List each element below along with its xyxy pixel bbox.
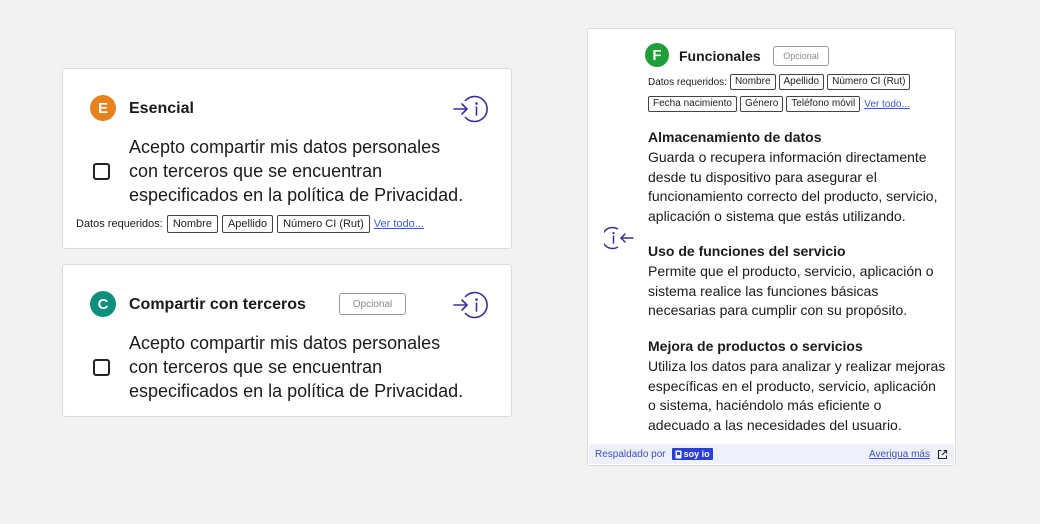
esencial-badge-icon: E xyxy=(90,95,116,121)
data-chip: Número CI (Rut) xyxy=(827,74,911,90)
section-title: Almacenamiento de datos xyxy=(648,129,822,145)
purpose-section: Mejora de productos o servicios Utiliza … xyxy=(648,337,946,435)
learn-more-text[interactable]: Averigua más xyxy=(869,449,930,460)
required-data-label: Datos requeridos: xyxy=(76,218,163,230)
learn-more-link[interactable]: Averigua más xyxy=(869,449,948,460)
data-chip: Fecha nacimiento xyxy=(648,96,737,112)
consent-card-funcionales: F Funcionales Opcional Datos requeridos:… xyxy=(587,28,956,466)
info-enter-icon[interactable] xyxy=(451,94,491,129)
card-title: Esencial xyxy=(129,100,194,117)
see-all-link[interactable]: Ver todo... xyxy=(864,99,910,110)
required-data-row: Datos requeridos: Nombre Apellido Número… xyxy=(76,215,424,233)
section-title: Uso de funciones del servicio xyxy=(648,243,846,259)
external-link-icon xyxy=(937,449,948,459)
card-title: Compartir con terceros xyxy=(129,296,306,313)
terceros-badge-icon: C xyxy=(90,291,116,317)
consent-checkbox[interactable] xyxy=(93,359,110,376)
data-chip: Apellido xyxy=(778,74,825,90)
optional-tag: Opcional xyxy=(339,293,406,315)
purpose-section: Uso de funciones del servicio Permite qu… xyxy=(648,242,946,321)
consent-checkbox[interactable] xyxy=(93,163,110,180)
section-text: Utiliza los datos para analizar y realiz… xyxy=(648,358,946,433)
consent-card-terceros: C Compartir con terceros Opcional Acepto… xyxy=(62,264,512,417)
info-exit-icon[interactable] xyxy=(601,225,638,256)
optional-tag: Opcional xyxy=(773,46,829,66)
purpose-section: Almacenamiento de datos Guarda o recuper… xyxy=(648,128,946,226)
consent-text: Acepto compartir mis datos personales co… xyxy=(129,137,464,205)
section-text: Guarda o recupera información directamen… xyxy=(648,149,938,224)
section-text: Permite que el producto, servicio, aplic… xyxy=(648,263,934,318)
data-chip: Nombre xyxy=(729,74,776,90)
funcionales-badge-icon: F xyxy=(645,43,669,67)
required-data-row: Datos requeridos: Nombre Apellido Número… xyxy=(648,74,911,90)
consent-card-esencial: E Esencial Acepto compartir mis datos pe… xyxy=(62,68,512,249)
see-all-link[interactable]: Ver todo... xyxy=(374,218,424,230)
data-chip: Género xyxy=(739,96,784,112)
info-enter-icon[interactable] xyxy=(451,290,491,325)
consent-text: Acepto compartir mis datos personales co… xyxy=(129,333,464,401)
section-title: Mejora de productos o servicios xyxy=(648,338,863,354)
card-title: Funcionales xyxy=(679,48,761,64)
required-data-label: Datos requeridos: xyxy=(648,76,727,88)
data-chip: Nombre xyxy=(166,215,218,233)
card-footer: Respaldado por soy io Averigua más xyxy=(589,444,954,464)
backed-by-label: Respaldado por xyxy=(595,448,666,460)
required-data-row: Fecha nacimiento Género Teléfono móvil V… xyxy=(645,96,910,112)
soyio-logo: soy io xyxy=(671,448,713,460)
data-chip: Apellido xyxy=(221,215,274,233)
data-chip: Teléfono móvil xyxy=(786,96,861,112)
data-chip: Número CI (Rut) xyxy=(277,215,370,233)
